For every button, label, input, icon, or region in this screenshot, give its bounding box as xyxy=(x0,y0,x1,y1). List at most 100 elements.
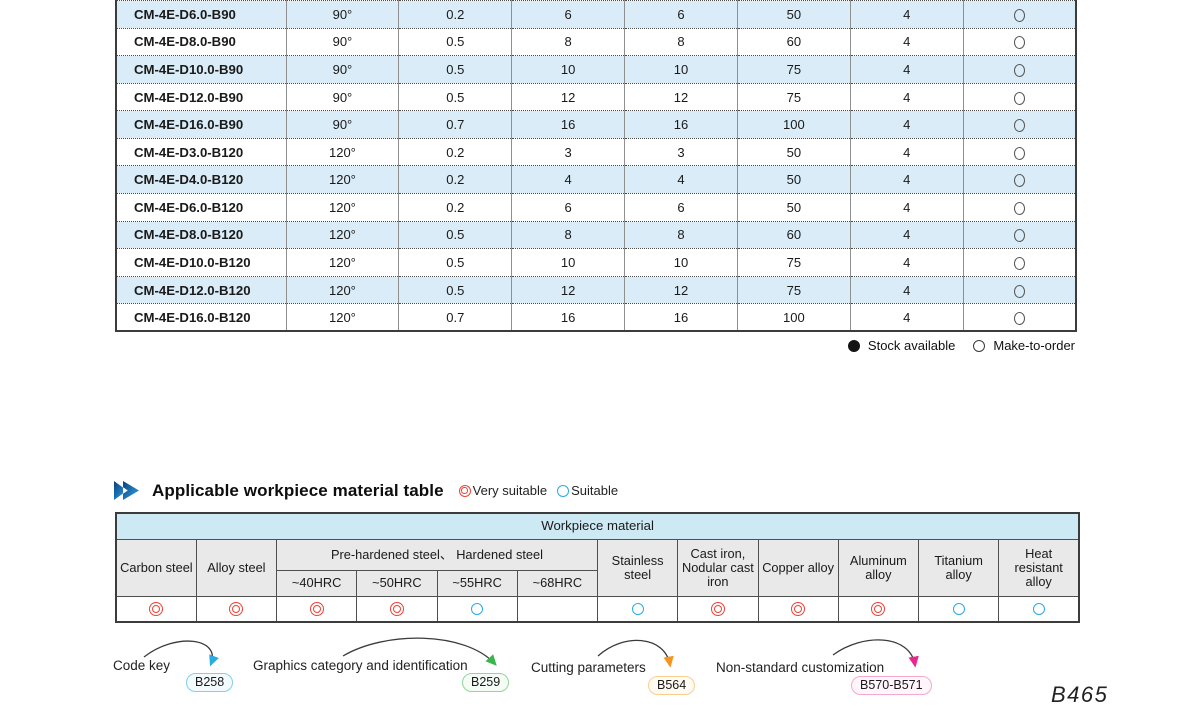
table-row: CM-4E-D6.0-B9090°0.266504 xyxy=(116,1,1076,29)
value-cell: 100 xyxy=(737,111,850,139)
model-cell: CM-4E-D8.0-B90 xyxy=(116,28,286,56)
value-cell: 90° xyxy=(286,83,399,111)
workpiece-header-row: Carbon steelAlloy steelPre-hardened stee… xyxy=(116,540,1079,571)
value-cell: 0.5 xyxy=(399,56,512,84)
value-cell: 50 xyxy=(737,166,850,194)
value-cell: 4 xyxy=(850,1,963,29)
stock-cell xyxy=(963,221,1076,249)
table-row: CM-4E-D4.0-B120120°0.244504 xyxy=(116,166,1076,194)
curved-arrow-icon xyxy=(335,640,510,674)
curved-arrow-icon xyxy=(593,640,688,674)
page-ref-badge[interactable]: B258 xyxy=(186,673,233,692)
value-cell: 16 xyxy=(512,111,625,139)
value-cell: 90° xyxy=(286,28,399,56)
workpiece-table-body: Workpiece materialCarbon steelAlloy stee… xyxy=(116,513,1079,622)
very-suitable-icon xyxy=(791,602,805,616)
very-suitable-icon xyxy=(149,602,163,616)
hrc-col-header: ~55HRC xyxy=(437,571,517,597)
catalog-table-body: CM-4E-D6.0-B9090°0.266504CM-4E-D8.0-B909… xyxy=(116,1,1076,332)
stock-cell xyxy=(963,194,1076,222)
very-suitable-icon xyxy=(459,485,471,497)
curved-arrow-icon xyxy=(828,640,928,674)
model-cell: CM-4E-D6.0-B90 xyxy=(116,1,286,29)
model-cell: CM-4E-D16.0-B120 xyxy=(116,304,286,332)
suitability-cell xyxy=(678,597,758,622)
stock-cell xyxy=(963,83,1076,111)
page-ref-badge[interactable]: B570-B571 xyxy=(851,676,932,695)
value-cell: 6 xyxy=(512,1,625,29)
make-to-order-icon xyxy=(1014,9,1025,22)
table-row: CM-4E-D12.0-B120120°0.51212754 xyxy=(116,276,1076,304)
stock-legend: Stock available Make-to-order xyxy=(848,338,1075,353)
double-chevron-icon xyxy=(114,480,143,501)
make-to-order-icon xyxy=(1014,174,1025,187)
workpiece-banner-row: Workpiece material xyxy=(116,513,1079,540)
stock-cell xyxy=(963,138,1076,166)
workpiece-value-row xyxy=(116,597,1079,622)
model-cell: CM-4E-D16.0-B90 xyxy=(116,111,286,139)
catalog-table: CM-4E-D6.0-B9090°0.266504CM-4E-D8.0-B909… xyxy=(115,0,1077,332)
value-cell: 10 xyxy=(512,56,625,84)
value-cell: 75 xyxy=(737,276,850,304)
make-to-order-icon xyxy=(1014,92,1025,105)
make-to-order-icon xyxy=(1014,36,1025,49)
suitable-icon xyxy=(632,603,644,615)
very-suitable-icon xyxy=(711,602,725,616)
suitability-cell xyxy=(517,597,597,622)
table-row: CM-4E-D16.0-B9090°0.716161004 xyxy=(116,111,1076,139)
suitability-cell xyxy=(196,597,276,622)
model-cell: CM-4E-D10.0-B120 xyxy=(116,249,286,277)
section-header: Applicable workpiece material table Very… xyxy=(114,480,618,501)
suitable-icon xyxy=(953,603,965,615)
workpiece-material-banner: Workpiece material xyxy=(116,513,1079,540)
material-col-header: Copper alloy xyxy=(758,540,838,597)
suitability-legend: Very suitable Suitable xyxy=(459,483,618,498)
table-row: CM-4E-D8.0-B120120°0.588604 xyxy=(116,221,1076,249)
suitability-cell xyxy=(598,597,678,622)
table-row: CM-4E-D3.0-B120120°0.233504 xyxy=(116,138,1076,166)
suitability-cell xyxy=(277,597,357,622)
value-cell: 50 xyxy=(737,138,850,166)
material-col-header: Alloy steel xyxy=(196,540,276,597)
value-cell: 120° xyxy=(286,221,399,249)
material-col-header: Stainless steel xyxy=(598,540,678,597)
make-to-order-icon xyxy=(1014,64,1025,77)
value-cell: 75 xyxy=(737,249,850,277)
suitable-icon xyxy=(1033,603,1045,615)
material-col-header: Carbon steel xyxy=(116,540,196,597)
value-cell: 8 xyxy=(512,28,625,56)
value-cell: 10 xyxy=(625,249,738,277)
value-cell: 4 xyxy=(850,111,963,139)
table-row: CM-4E-D16.0-B120120°0.716161004 xyxy=(116,304,1076,332)
value-cell: 0.2 xyxy=(399,138,512,166)
material-col-header: Cast iron, Nodular cast iron xyxy=(678,540,758,597)
model-cell: CM-4E-D4.0-B120 xyxy=(116,166,286,194)
value-cell: 120° xyxy=(286,166,399,194)
value-cell: 3 xyxy=(625,138,738,166)
table-row: CM-4E-D12.0-B9090°0.51212754 xyxy=(116,83,1076,111)
material-col-header: Heat resistant alloy xyxy=(999,540,1079,597)
model-cell: CM-4E-D10.0-B90 xyxy=(116,56,286,84)
stock-cell xyxy=(963,28,1076,56)
very-suitable-label: Very suitable xyxy=(473,483,547,498)
value-cell: 120° xyxy=(286,304,399,332)
stock-available-icon xyxy=(848,340,860,352)
page-ref-badge[interactable]: B259 xyxy=(462,673,509,692)
make-to-order-icon xyxy=(1014,147,1025,160)
suitability-cell xyxy=(919,597,999,622)
value-cell: 12 xyxy=(512,83,625,111)
value-cell: 4 xyxy=(850,138,963,166)
page-number: B465 xyxy=(1051,682,1108,708)
page-ref-badge[interactable]: B564 xyxy=(648,676,695,695)
make-to-order-icon xyxy=(1014,257,1025,270)
suitable-icon xyxy=(471,603,483,615)
value-cell: 6 xyxy=(625,1,738,29)
value-cell: 90° xyxy=(286,111,399,139)
material-col-header: Aluminum alloy xyxy=(838,540,918,597)
suitability-cell xyxy=(999,597,1079,622)
value-cell: 4 xyxy=(850,194,963,222)
value-cell: 4 xyxy=(850,83,963,111)
table-row: CM-4E-D6.0-B120120°0.266504 xyxy=(116,194,1076,222)
table-row: CM-4E-D10.0-B9090°0.51010754 xyxy=(116,56,1076,84)
value-cell: 4 xyxy=(850,304,963,332)
